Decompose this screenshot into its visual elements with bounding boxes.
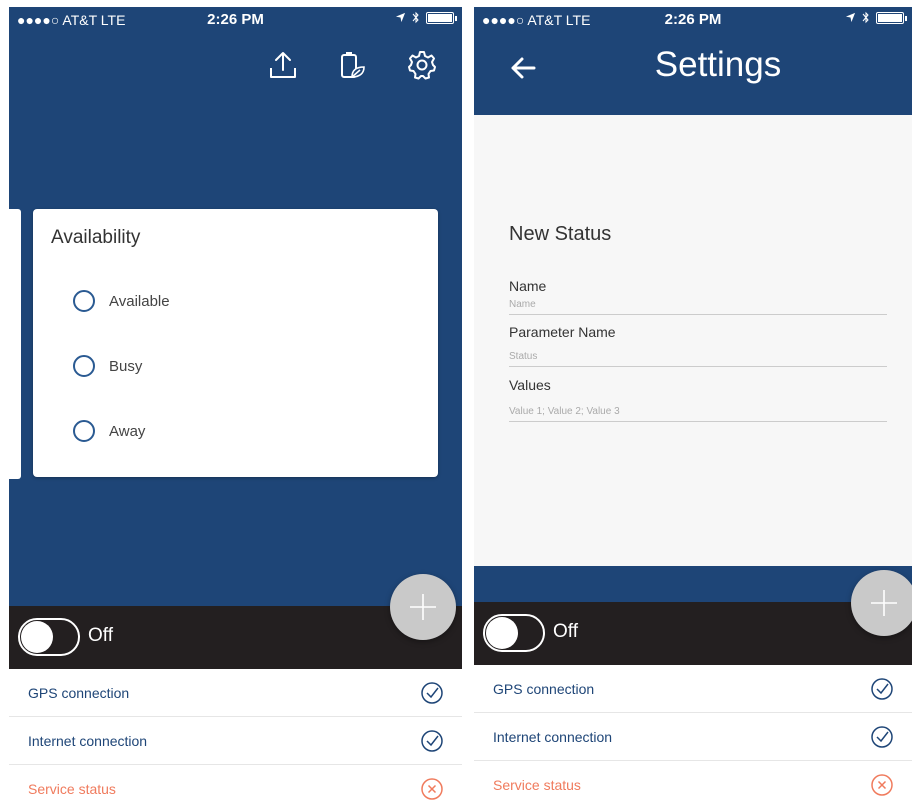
status-row-service: Service status: [9, 765, 462, 807]
status-label: Internet connection: [28, 733, 148, 749]
location-arrow-icon: [845, 12, 856, 23]
radio-away[interactable]: Away: [73, 420, 145, 442]
add-button[interactable]: [390, 574, 456, 640]
toggle-knob: [486, 617, 518, 649]
bluetooth-icon: [412, 11, 419, 24]
status-row-internet: Internet connection: [474, 713, 912, 761]
error-circle-icon: [421, 778, 443, 800]
status-row-gps: GPS connection: [9, 669, 462, 717]
card-title: Availability: [51, 227, 141, 248]
field-label: Name: [509, 278, 547, 294]
service-toggle[interactable]: [18, 618, 80, 656]
battery-icon: [426, 11, 457, 24]
plus-icon: [410, 594, 436, 620]
check-circle-icon: [871, 678, 893, 700]
status-bar: ●●●●○ AT&T LTE 2:26 PM: [474, 7, 912, 31]
bluetooth-icon: [862, 11, 869, 24]
radio-label: Available: [109, 292, 170, 310]
values-input[interactable]: [509, 406, 887, 421]
settings-screen: ●●●●○ AT&T LTE 2:26 PM Settings New Stat…: [474, 7, 912, 807]
status-row-service: Service status: [474, 761, 912, 807]
status-row-internet: Internet connection: [9, 717, 462, 765]
gear-icon[interactable]: [406, 49, 438, 81]
name-input[interactable]: [509, 299, 887, 314]
error-circle-icon: [871, 774, 893, 796]
form-title: New Status: [509, 223, 612, 245]
page-title: Settings: [654, 45, 782, 84]
radio-label: Busy: [109, 357, 143, 375]
plus-icon: [871, 590, 897, 616]
radio-circle-icon[interactable]: [73, 290, 95, 312]
add-button[interactable]: [851, 570, 912, 636]
status-label: GPS connection: [28, 685, 130, 701]
status-indicators: [845, 11, 907, 24]
check-circle-icon: [871, 726, 893, 748]
battery-leaf-icon[interactable]: [336, 49, 368, 81]
radio-busy[interactable]: Busy: [73, 355, 142, 377]
field-label: Values: [509, 377, 551, 393]
previous-card-peek[interactable]: [9, 209, 21, 479]
status-list: GPS connection Internet connection Servi…: [9, 669, 462, 807]
radio-circle-icon[interactable]: [73, 420, 95, 442]
radio-label: Away: [109, 422, 146, 440]
radio-circle-icon[interactable]: [73, 355, 95, 377]
status-list: GPS connection Internet connection Servi…: [474, 665, 912, 807]
parameter-name-field: Parameter Name: [509, 324, 887, 367]
status-label: Service status: [493, 777, 581, 793]
toggle-label: Off: [88, 625, 113, 646]
settings-header: Settings: [474, 31, 912, 115]
service-toggle[interactable]: [483, 614, 545, 652]
status-label: Internet connection: [493, 729, 613, 745]
parameter-name-input[interactable]: [509, 351, 887, 366]
status-bar: ●●●●○ AT&T LTE 2:26 PM: [9, 7, 462, 31]
radio-available[interactable]: Available: [73, 290, 170, 312]
toggle-label: Off: [553, 621, 578, 642]
values-field: Values: [509, 377, 887, 422]
check-circle-icon: [421, 730, 443, 752]
switch-bar: Off: [474, 602, 912, 665]
settings-form: New Status Name Parameter Name Values: [474, 115, 912, 566]
name-field: Name: [509, 278, 887, 315]
battery-icon: [876, 11, 907, 24]
main-screen: ●●●●○ AT&T LTE 2:26 PM Availability Avai…: [9, 7, 462, 807]
status-label: Service status: [28, 781, 116, 797]
status-label: GPS connection: [493, 681, 595, 697]
upload-icon[interactable]: [267, 49, 299, 81]
status-row-gps: GPS connection: [474, 665, 912, 713]
location-arrow-icon: [395, 12, 406, 23]
toggle-knob: [21, 621, 53, 653]
status-indicators: [395, 11, 457, 24]
check-circle-icon: [421, 682, 443, 704]
availability-card: Availability Available Busy Away: [33, 209, 438, 477]
field-label: Parameter Name: [509, 324, 616, 340]
